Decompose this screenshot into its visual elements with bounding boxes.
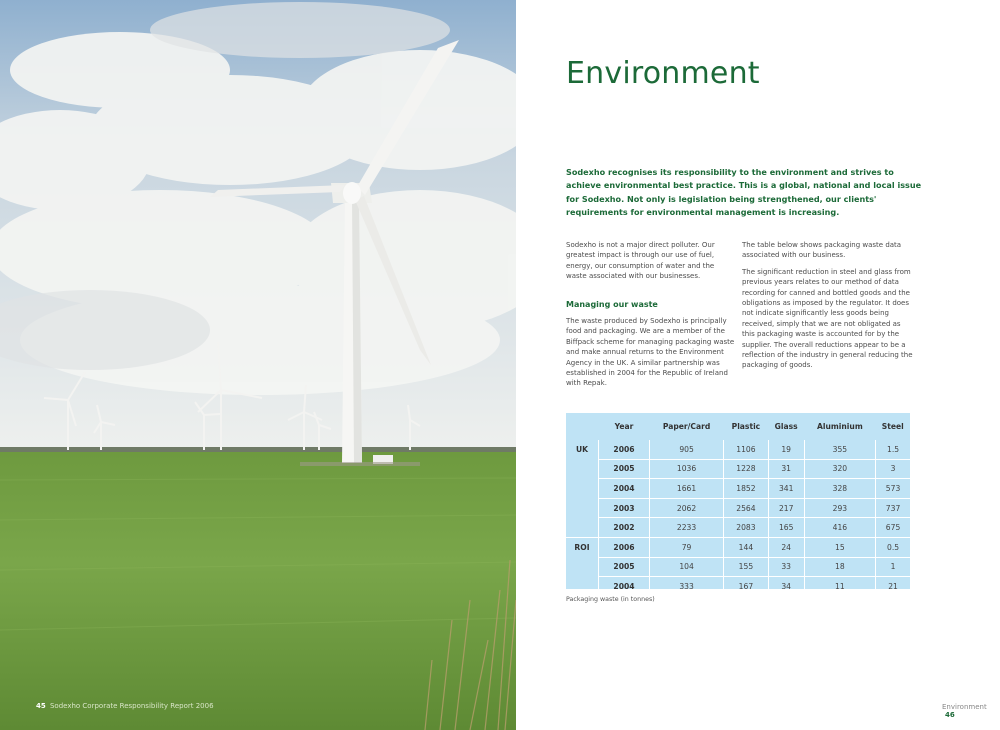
cell-glass: 165 <box>767 517 805 538</box>
lead-paragraph: Sodexho recognises its responsibility to… <box>566 167 922 217</box>
cell-steel: 0.5 <box>875 537 910 558</box>
cell-aluminium: 293 <box>803 498 876 519</box>
cell-steel: 1 <box>875 557 910 578</box>
header-country <box>566 413 599 440</box>
cell-plastic: 1852 <box>723 478 769 499</box>
cell-paper-card: 1036 <box>648 459 724 480</box>
cell-glass: 24 <box>767 537 805 558</box>
header-year: Year <box>614 422 634 431</box>
table-intro-paragraph: The table below shows packaging waste da… <box>742 241 902 260</box>
left-page-number: 45 <box>36 702 46 710</box>
left-page-footer: 45 Sodexho Corporate Responsibility Repo… <box>36 702 214 710</box>
page-title: Environment <box>566 56 760 91</box>
cell-glass: 34 <box>767 576 805 597</box>
right-page-number: 46 <box>945 711 955 719</box>
table-row: 2002 2233 2083 165 416 675 <box>566 517 910 538</box>
table-body: UK 2006 905 1106 19 355 1.5 2005 1036 1228 31 320 3 2… <box>566 440 910 597</box>
cell-glass: 33 <box>767 557 805 578</box>
cell-paper-card: 1661 <box>648 478 724 499</box>
table-row: UK 2006 905 1106 19 355 1.5 <box>566 440 910 460</box>
header-aluminium: Aluminium <box>817 422 863 431</box>
table-caption: Packaging waste (in tonnes) <box>566 596 655 603</box>
header-glass: Glass <box>774 422 798 431</box>
cell-plastic: 1228 <box>723 459 769 480</box>
cell-glass: 341 <box>767 478 805 499</box>
cell-aluminium: 328 <box>803 478 876 499</box>
cell-steel: 3 <box>875 459 910 480</box>
left-footer-text: Sodexho Corporate Responsibility Report … <box>49 702 214 710</box>
table-row: ROI 2006 79 144 24 15 0.5 <box>566 536 910 597</box>
cell-paper-card: 79 <box>648 537 724 558</box>
header-paper-card: Paper/Card <box>662 422 711 431</box>
cell-plastic: 144 <box>723 537 769 558</box>
country-label: ROI <box>566 536 599 597</box>
packaging-waste-table-panel: Year Paper/Card Plastic Glass Aluminium … <box>566 413 910 597</box>
right-page-footer: Environment 46 <box>942 703 1000 719</box>
cell-steel: 675 <box>875 517 910 538</box>
cell-paper-card: 2062 <box>648 498 724 519</box>
cell-plastic: 2083 <box>723 517 769 538</box>
header-steel: Steel <box>881 422 904 431</box>
cell-year: 2004 <box>598 576 650 597</box>
wind-turbine-photo: 45 Sodexho Corporate Responsibility Repo… <box>0 0 516 730</box>
cell-year: 2002 <box>598 517 650 538</box>
text-column-1: Sodexho is not a major direct polluter. … <box>566 240 736 395</box>
cell-year: 2005 <box>598 459 650 480</box>
right-footer-text: Environment <box>942 703 987 711</box>
cell-year: 2003 <box>598 498 650 519</box>
table-header-row: Year Paper/Card Plastic Glass Aluminium … <box>566 413 910 440</box>
cell-steel: 1.5 <box>875 440 910 460</box>
cell-glass: 19 <box>767 440 805 460</box>
cell-plastic: 2564 <box>723 498 769 519</box>
table-row: 2005 104 155 33 18 1 <box>566 557 910 578</box>
country-label: UK <box>575 445 589 454</box>
cell-aluminium: 416 <box>803 517 876 538</box>
table-row: 2004 1661 1852 341 328 573 <box>566 478 910 499</box>
cell-paper-card: 333 <box>648 576 724 597</box>
cell-plastic: 1106 <box>723 440 769 460</box>
cell-year: 2006 <box>598 537 650 558</box>
waste-paragraph: The waste produced by Sodexho is princip… <box>566 317 735 388</box>
cell-year: 2004 <box>598 478 650 499</box>
cell-steel: 737 <box>875 498 910 519</box>
intro-paragraph: Sodexho is not a major direct polluter. … <box>566 241 715 281</box>
cell-glass: 31 <box>767 459 805 480</box>
table-row: 2003 2062 2564 217 293 737 <box>566 498 910 519</box>
cell-paper-card: 905 <box>648 440 724 460</box>
cell-paper-card: 104 <box>648 557 724 578</box>
header-plastic: Plastic <box>731 422 761 431</box>
cell-steel: 21 <box>875 576 910 597</box>
text-column-2: The table below shows packaging waste da… <box>742 240 914 377</box>
cell-aluminium: 11 <box>803 576 876 597</box>
cell-steel: 573 <box>875 478 910 499</box>
cell-plastic: 167 <box>723 576 769 597</box>
cell-year: 2005 <box>598 557 650 578</box>
cell-year: 2006 <box>598 440 650 460</box>
cell-aluminium: 15 <box>803 537 876 558</box>
cell-aluminium: 355 <box>803 440 876 460</box>
packaging-waste-table: Year Paper/Card Plastic Glass Aluminium … <box>566 413 910 597</box>
subheading-managing-waste: Managing our waste <box>566 299 658 309</box>
cell-glass: 217 <box>767 498 805 519</box>
reduction-paragraph: The significant reduction in steel and g… <box>742 267 913 370</box>
cell-aluminium: 18 <box>803 557 876 578</box>
table-row: 2004 333 167 34 11 21 <box>566 576 910 597</box>
table-row: 2005 1036 1228 31 320 3 <box>566 459 910 480</box>
cell-plastic: 155 <box>723 557 769 578</box>
cell-paper-card: 2233 <box>648 517 724 538</box>
cell-aluminium: 320 <box>803 459 876 480</box>
